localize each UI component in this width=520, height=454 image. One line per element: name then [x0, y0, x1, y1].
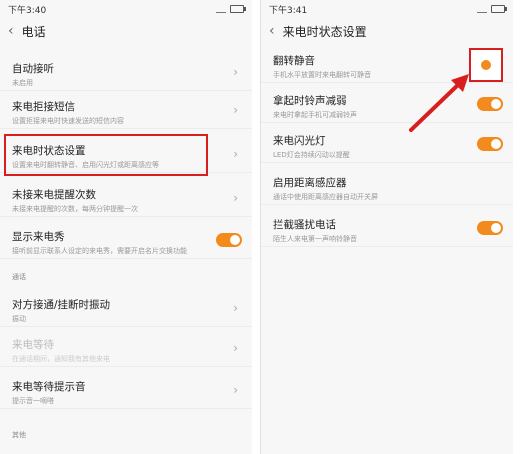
row-desc: 陌生人来电第一声响铃静音 [273, 235, 357, 243]
row-desc: 未接来电提醒的次数，每两分钟提醒一次 [12, 205, 138, 213]
page-title: 电话 [21, 24, 46, 39]
row-desc: 接听前显示联系人设定的来电秀，需要开启名片交换功能 [12, 247, 187, 255]
annotation-arrow-icon [409, 74, 469, 132]
chevron-right-icon: › [233, 147, 238, 161]
row-desc: 通话中使用距离感应器自动开关屏 [273, 193, 378, 201]
chevron-right-icon: › [233, 341, 238, 355]
row-label: 对方接通/挂断时振动 [12, 299, 111, 311]
row-label: 来电拒接短信 [12, 101, 75, 113]
row-desc: 设置拒接来电时快速发送的短信内容 [12, 117, 124, 125]
call-show-toggle[interactable] [216, 233, 242, 247]
highlight-incoming-call-settings [4, 134, 208, 176]
flash-alert-toggle[interactable] [477, 137, 503, 151]
page-title: 来电时状态设置 [282, 24, 367, 39]
row-label: 来电等待提示音 [12, 381, 86, 393]
flip-to-mute-toggle[interactable] [481, 60, 491, 70]
row-reject-sms[interactable]: 来电拒接短信 设置拒接来电时快速发送的短信内容 › [0, 92, 252, 129]
chevron-right-icon: › [233, 103, 238, 117]
row-missed-call-reminder[interactable]: 未接来电提醒次数 未接来电提醒的次数，每两分钟提醒一次 › [0, 180, 252, 217]
chevron-right-icon: › [233, 65, 238, 79]
status-time: 下午3:40 [8, 5, 47, 16]
row-show-call-show[interactable]: 显示来电秀 接听前显示联系人设定的来电秀，需要开启名片交换功能 [0, 222, 252, 259]
row-desc: LED灯会持续闪动以提醒 [273, 151, 350, 159]
row-label: 翻转静音 [273, 55, 315, 67]
section-label-other: 其他 [12, 431, 26, 439]
row-auto-answer[interactable]: 自动接听 未启用 › [0, 54, 252, 91]
header: ‹ 来电时状态设置 [261, 18, 513, 44]
left-phone-screen: 下午3:40 ‹ 电话 自动接听 未启用 › 来电拒接短信 设置拒接来电时快速发… [0, 0, 252, 454]
pickup-quiet-toggle[interactable] [477, 97, 503, 111]
status-time: 下午3:41 [269, 5, 308, 16]
right-phone-screen: 下午3:41 ‹ 来电时状态设置 翻转静音 手机水平放置时来电翻转可静音 拿起时… [260, 0, 513, 454]
row-label: 未接来电提醒次数 [12, 189, 96, 201]
back-arrow-icon[interactable]: ‹ [8, 23, 14, 39]
row-connect-vibrate[interactable]: 对方接通/挂断时振动 振动 › [0, 290, 252, 327]
chevron-right-icon: › [233, 191, 238, 205]
row-desc: 在通话期间，通知我有其他来电 [12, 355, 110, 363]
signal-icon [477, 5, 487, 13]
row-proximity-sensor[interactable]: 启用距离感应器 通话中使用距离感应器自动开关屏 [261, 168, 513, 205]
row-desc: 未启用 [12, 79, 33, 87]
row-label: 自动接听 [12, 63, 54, 75]
header: ‹ 电话 [0, 18, 252, 44]
row-label: 拦截骚扰电话 [273, 219, 336, 231]
row-call-waiting-tone[interactable]: 来电等待提示音 提示音一嘀嗒 › [0, 372, 252, 409]
row-block-harassing-calls[interactable]: 拦截骚扰电话 陌生人来电第一声响铃静音 [261, 210, 513, 247]
signal-icon [216, 5, 226, 13]
row-label: 启用距离感应器 [273, 177, 347, 189]
battery-icon [230, 5, 246, 13]
chevron-right-icon: › [233, 383, 238, 397]
section-label-general: 通话 [12, 273, 26, 281]
status-bar: 下午3:40 [0, 0, 252, 18]
row-desc: 振动 [12, 315, 26, 323]
row-call-waiting: 来电等待 在通话期间，通知我有其他来电 › [0, 330, 252, 367]
battery-icon [491, 5, 507, 13]
row-label: 来电等待 [12, 339, 54, 351]
block-harassing-toggle[interactable] [477, 221, 503, 235]
status-bar: 下午3:41 [261, 0, 513, 18]
chevron-right-icon: › [233, 301, 238, 315]
row-label: 显示来电秀 [12, 231, 65, 243]
back-arrow-icon[interactable]: ‹ [269, 23, 275, 39]
row-desc: 提示音一嘀嗒 [12, 397, 54, 405]
